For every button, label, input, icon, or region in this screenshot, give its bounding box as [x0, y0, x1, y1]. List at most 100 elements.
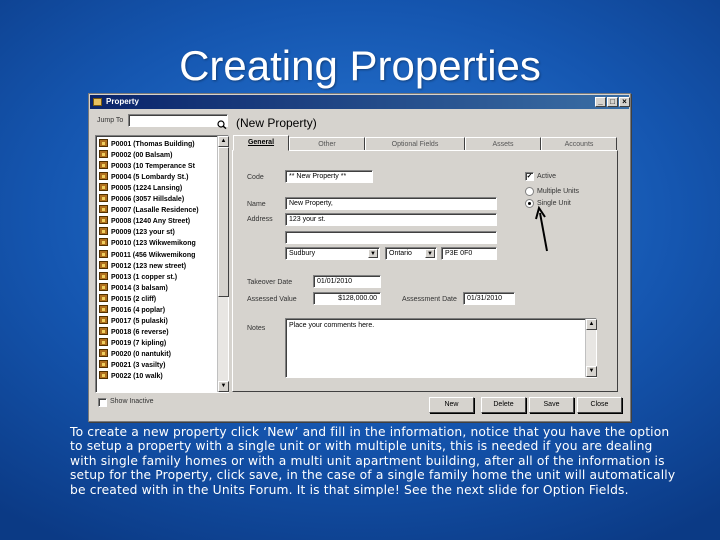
list-item[interactable]: P0014 (3 balsam): [99, 282, 168, 294]
property-icon: [99, 271, 108, 280]
city-value: Sudbury: [289, 250, 316, 257]
notes-textarea[interactable]: Place your comments here. ▲ ▼: [285, 318, 597, 378]
city-select[interactable]: Sudbury ▼: [285, 247, 380, 260]
list-item[interactable]: P0022 (10 walk): [99, 371, 163, 382]
postal-field[interactable]: P3E 0F0: [441, 247, 497, 260]
delete-button[interactable]: Delete: [481, 397, 526, 413]
property-icon: [99, 360, 108, 368]
address-line1-field[interactable]: 123 your st.: [285, 213, 497, 226]
active-checkbox[interactable]: ✓: [525, 172, 534, 181]
province-value: Ontario: [389, 250, 412, 257]
tab-optional-fields[interactable]: Optional Fields: [365, 137, 465, 151]
property-icon: [99, 150, 108, 159]
list-item-label: P0006 (3057 Hillsdale): [111, 196, 185, 204]
property-icon: [99, 304, 108, 313]
tab-other[interactable]: Other: [289, 137, 365, 151]
list-item-label: P0008 (1240 Any Street): [111, 218, 191, 226]
list-item[interactable]: P0005 (1224 Lansing): [99, 183, 182, 194]
scroll-down-icon[interactable]: ▼: [586, 366, 597, 377]
maximize-button[interactable]: □: [607, 97, 618, 107]
property-icon: [99, 216, 108, 225]
property-icon: [99, 326, 108, 335]
list-item[interactable]: P0017 (5 pulaski): [99, 315, 168, 327]
close-button[interactable]: Close: [577, 397, 622, 413]
save-button[interactable]: Save: [529, 397, 574, 413]
list-item-label: P0010 (123 Wikwemikong: [111, 240, 196, 248]
search-icon[interactable]: [217, 116, 227, 130]
jump-to-input[interactable]: [128, 114, 228, 127]
property-icon: [99, 282, 108, 291]
list-item[interactable]: P0004 (5 Lombardy St.): [99, 172, 188, 183]
property-list[interactable]: P0001 (Thomas Building) P0002 (00 Balsam)…: [95, 135, 229, 393]
slide-title: Creating Properties: [179, 42, 541, 89]
minimize-button[interactable]: _: [595, 97, 606, 107]
province-select[interactable]: Ontario ▼: [385, 247, 437, 260]
tab-general[interactable]: General: [233, 135, 289, 151]
takeover-date-field[interactable]: 01/01/2010: [313, 275, 381, 288]
assessment-date-field[interactable]: 01/31/2010: [463, 292, 515, 305]
app-icon: [93, 98, 102, 106]
list-item[interactable]: P0001 (Thomas Building): [99, 139, 195, 150]
takeover-date-label: Takeover Date: [247, 279, 293, 286]
list-item[interactable]: P0021 (3 vasilty): [99, 360, 165, 371]
notes-text: Place your comments here.: [289, 322, 375, 329]
list-item[interactable]: P0002 (00 Balsam): [99, 150, 172, 161]
list-item-label: P0007 (Lasalle Residence): [111, 207, 199, 215]
property-icon: [99, 348, 108, 357]
slide-caption: To create a new property click ‘New’ and…: [70, 425, 676, 497]
single-unit-radio[interactable]: [525, 199, 534, 208]
new-button[interactable]: New: [429, 397, 474, 413]
list-item[interactable]: P0019 (7 kipling): [99, 337, 166, 349]
list-item-label: P0001 (Thomas Building): [111, 141, 195, 148]
scroll-up-icon[interactable]: ▲: [586, 319, 597, 330]
scroll-thumb[interactable]: [218, 147, 229, 297]
list-scrollbar[interactable]: ▲ ▼: [217, 136, 229, 392]
list-item[interactable]: P0012 (123 new street): [99, 260, 186, 272]
property-header: (New Property): [236, 116, 317, 130]
annotation-arrow-icon: [535, 205, 548, 252]
list-item[interactable]: P0016 (4 poplar): [99, 304, 166, 316]
tab-accounts[interactable]: Accounts: [541, 137, 617, 151]
chevron-down-icon[interactable]: ▼: [425, 249, 435, 258]
assessed-value-field[interactable]: $128,000.00: [313, 292, 381, 305]
list-item-label: P0004 (5 Lombardy St.): [111, 174, 189, 182]
property-icon: [99, 139, 108, 147]
property-icon: [99, 172, 108, 181]
jump-to-label: Jump To: [97, 117, 124, 124]
scroll-down-icon[interactable]: ▼: [218, 381, 229, 392]
list-item[interactable]: P0015 (2 cliff): [99, 293, 157, 305]
list-item[interactable]: P0011 (456 Wikwemikong: [99, 249, 195, 261]
list-item-label: P0003 (10 Temperance St: [111, 163, 195, 171]
multiple-units-radio[interactable]: [525, 187, 534, 196]
scroll-up-icon[interactable]: ▲: [218, 136, 229, 147]
address-line2-field[interactable]: [285, 231, 497, 244]
list-item[interactable]: P0007 (Lasalle Residence): [99, 205, 199, 216]
list-item-label: P0005 (1224 Lansing): [111, 185, 183, 193]
address-label: Address: [247, 216, 273, 223]
close-window-button[interactable]: ×: [619, 97, 630, 107]
show-inactive-checkbox[interactable]: [98, 398, 107, 407]
chevron-down-icon[interactable]: ▼: [368, 249, 378, 258]
list-item[interactable]: P0008 (1240 Any Street): [99, 216, 190, 227]
property-icon: [99, 205, 108, 214]
list-item[interactable]: P0013 (1 copper st.): [99, 271, 177, 283]
notes-scrollbar[interactable]: ▲ ▼: [585, 319, 597, 377]
list-item-label: P0022 (10 walk): [111, 373, 163, 381]
name-field[interactable]: New Property,: [285, 197, 497, 210]
name-label: Name: [247, 201, 266, 208]
list-item-label: P0016 (4 poplar): [111, 306, 166, 314]
show-inactive-label: Show Inactive: [110, 398, 154, 405]
property-icon: [99, 260, 108, 269]
list-item[interactable]: P0020 (0 nantukit): [99, 348, 171, 360]
list-item[interactable]: P0010 (123 Wikwemikong: [99, 238, 196, 249]
list-item-label: P0015 (2 cliff): [111, 295, 157, 303]
list-item-label: P0009 (123 your st): [111, 229, 175, 237]
property-icon: [99, 371, 108, 380]
list-item[interactable]: P0003 (10 Temperance St: [99, 161, 195, 172]
tab-assets[interactable]: Assets: [465, 137, 541, 151]
list-item[interactable]: P0009 (123 your st): [99, 227, 175, 238]
list-item[interactable]: P0006 (3057 Hillsdale): [99, 194, 184, 205]
list-item[interactable]: P0018 (6 reverse): [99, 326, 169, 338]
window-titlebar[interactable]: Property _ □ ×: [90, 95, 630, 109]
code-field[interactable]: ** New Property **: [285, 170, 373, 183]
